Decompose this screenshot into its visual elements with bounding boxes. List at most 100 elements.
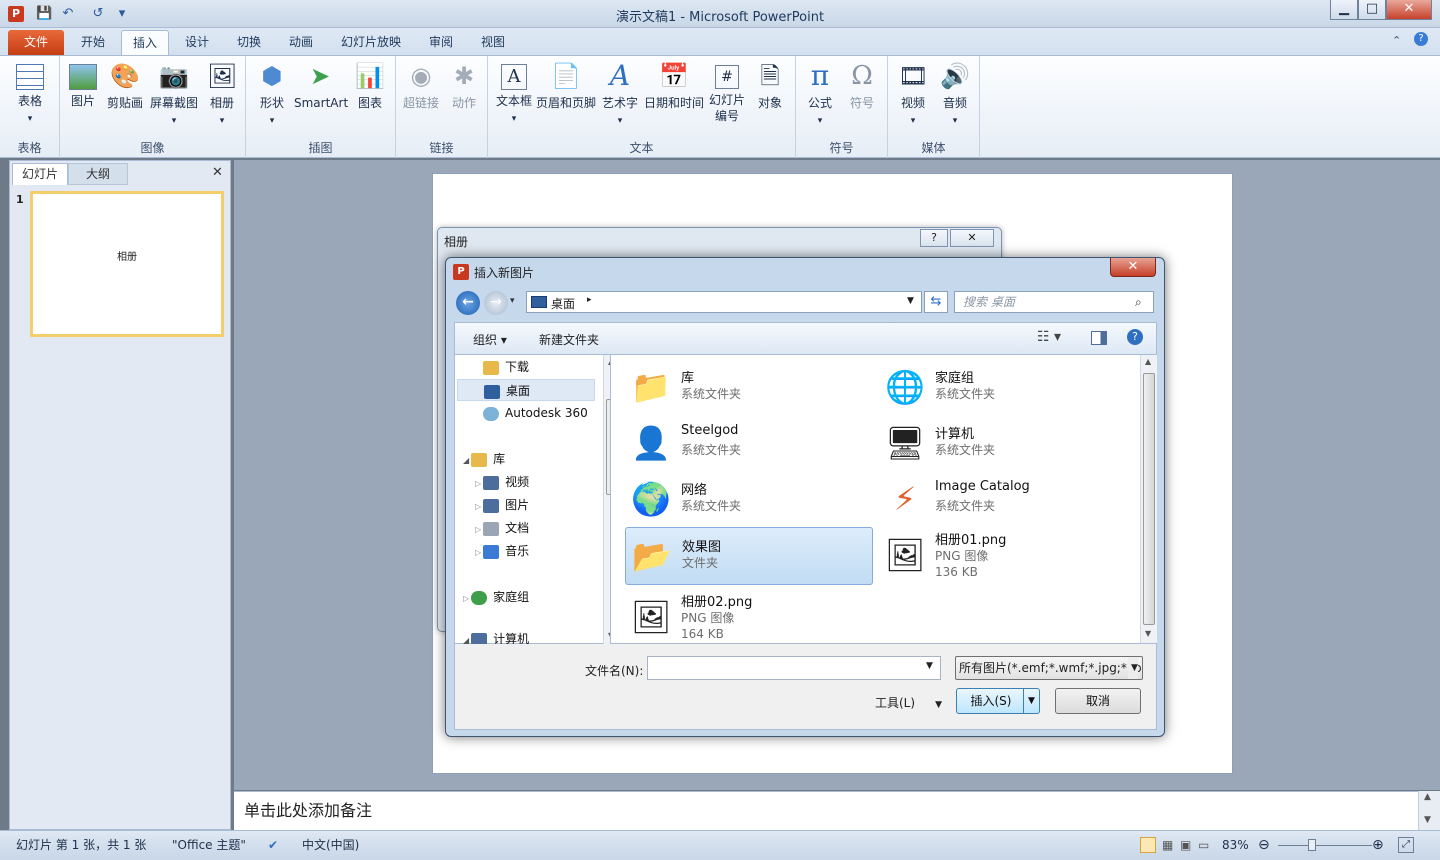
nav-pictures[interactable]: ▷ 图片 (475, 494, 529, 516)
slide-thumbnail[interactable]: 相册 (30, 191, 224, 337)
forward-button[interactable]: → (484, 291, 508, 315)
tab-review[interactable]: 审阅 (418, 30, 464, 55)
header-footer-button[interactable]: 📄 页眉和页脚 (536, 60, 596, 111)
symbol-button[interactable]: Ω 符号 (842, 60, 882, 111)
screenshot-button[interactable]: 📷 屏幕截图 ▾ (148, 60, 200, 129)
preview-pane-icon[interactable] (1091, 331, 1107, 345)
tab-design[interactable]: 设计 (174, 30, 220, 55)
tab-slideshow[interactable]: 幻灯片放映 (330, 30, 412, 55)
video-button[interactable]: 🎞 视频 ▾ (892, 60, 934, 129)
scroll-down-icon[interactable]: ▼ (1145, 629, 1151, 638)
nav-desktop[interactable]: 桌面 (457, 379, 595, 401)
spellcheck-icon[interactable]: ✔ (268, 831, 278, 859)
back-button[interactable]: ← (456, 291, 480, 315)
action-button[interactable]: ✱ 动作 (444, 60, 484, 111)
scroll-up-icon[interactable]: ▲ (1424, 792, 1431, 802)
tab-transitions[interactable]: 切换 (226, 30, 272, 55)
file-item[interactable]: 🌐 家庭组 系统文件夹 (879, 359, 1127, 415)
slideshow-view-icon[interactable]: ▭ (1198, 831, 1209, 859)
textbox-button[interactable]: A 文本框 ▾ (492, 60, 536, 127)
equation-button[interactable]: π 公式 ▾ (800, 60, 840, 129)
chart-button[interactable]: 📊 图表 (350, 60, 390, 111)
slide-number-button[interactable]: # 幻灯片 编号 (706, 60, 748, 124)
normal-view-icon[interactable] (1140, 837, 1156, 853)
tab-slides[interactable]: 幻灯片 (12, 163, 68, 185)
scroll-down-icon[interactable]: ▼ (1424, 815, 1431, 825)
recent-locations-icon[interactable]: ▾ (510, 296, 515, 306)
tab-animations[interactable]: 动画 (278, 30, 324, 55)
tab-file[interactable]: 文件 (8, 30, 64, 55)
file-scroll-thumb[interactable] (1143, 373, 1155, 625)
file-scrollbar[interactable]: ▲ ▼ (1140, 355, 1157, 643)
close-button[interactable]: ✕ (1386, 0, 1432, 20)
refresh-icon[interactable]: ⇆ (924, 291, 948, 313)
picture-button[interactable]: 图片 (64, 60, 102, 109)
tab-home[interactable]: 开始 (70, 30, 116, 55)
nav-videos[interactable]: ▷ 视频 (475, 471, 529, 493)
address-bar[interactable]: 桌面 ▸ ▼ (526, 291, 922, 313)
insert-button[interactable]: 插入(S) ▼ (956, 688, 1040, 714)
theme-status[interactable]: "Office 主题" (172, 831, 246, 859)
datetime-button[interactable]: 📅 日期和时间 (642, 60, 706, 111)
reading-view-icon[interactable]: ▣ (1180, 831, 1191, 859)
file-item[interactable]: 📁 库 系统文件夹 (625, 359, 873, 415)
nav-downloads[interactable]: 下载 (483, 356, 529, 378)
tools-button[interactable]: 工具(L) ▼ (875, 694, 942, 711)
nav-autodesk360[interactable]: Autodesk 360 (483, 402, 588, 424)
album-button[interactable]: 🖼 相册 ▾ (202, 60, 242, 129)
close-icon[interactable]: ✕ (212, 165, 223, 180)
hyperlink-button[interactable]: ◉ 超链接 (398, 60, 444, 111)
zoom-slider[interactable] (1278, 845, 1372, 846)
tab-insert[interactable]: 插入 (121, 30, 169, 55)
smartart-button[interactable]: ➤ SmartArt (294, 60, 348, 111)
notes-pane[interactable]: 单击此处添加备注 (234, 791, 1418, 830)
notes-scrollbar[interactable]: ▲ ▼ (1418, 791, 1440, 830)
tab-outline[interactable]: 大纲 (68, 163, 128, 185)
filter-dropdown-icon[interactable]: ▼ (1128, 657, 1138, 679)
nav-libraries[interactable]: ◢ 库 (463, 448, 505, 470)
file-type-filter[interactable]: 所有图片(*.emf;*.wmf;*.jpg;*.jp ▼ (955, 656, 1143, 680)
filename-input[interactable]: ▼ (647, 656, 941, 680)
maximize-button[interactable]: □ (1358, 0, 1386, 20)
scroll-up-icon[interactable]: ▲ (1145, 357, 1151, 366)
organize-button[interactable]: 组织 ▾ (473, 331, 507, 348)
language-status[interactable]: 中文(中国) (302, 831, 359, 859)
minimize-ribbon-icon[interactable]: ⌃ (1392, 34, 1401, 47)
clipart-button[interactable]: 🎨 剪贴画 (104, 60, 146, 111)
file-item[interactable]: 🖼 相册01.png PNG 图像 136 KB (879, 527, 1127, 587)
view-options-icon[interactable]: ☷ ▾ (1037, 329, 1061, 345)
file-item[interactable]: 🖼 相册02.png PNG 图像 164 KB (625, 589, 873, 645)
file-item[interactable]: ⚡ Image Catalog 系统文件夹 (879, 471, 1127, 527)
nav-music[interactable]: ▷ 音乐 (475, 540, 529, 562)
file-item[interactable]: 🌍 网络 系统文件夹 (625, 471, 873, 527)
dialog-close-button[interactable]: ✕ (1110, 258, 1156, 277)
wordart-button[interactable]: A 艺术字 ▾ (598, 60, 642, 129)
album-help-button[interactable]: ? (920, 229, 948, 247)
insert-dropdown-icon[interactable]: ▼ (1023, 689, 1039, 713)
cancel-button[interactable]: 取消 (1055, 688, 1141, 714)
nav-documents[interactable]: ▷ 文档 (475, 517, 529, 539)
tab-view[interactable]: 视图 (470, 30, 516, 55)
minimize-button[interactable]: ▁ (1330, 0, 1358, 20)
file-item-selected[interactable]: 📂 效果图 文件夹 (625, 527, 873, 585)
shapes-button[interactable]: ⬢ 形状 ▾ (250, 60, 294, 129)
file-item[interactable]: 🖥 计算机 系统文件夹 (879, 415, 1127, 471)
zoom-out-icon[interactable]: ⊖ (1258, 831, 1270, 859)
help-icon[interactable]: ? (1127, 329, 1143, 345)
table-button[interactable]: 表格 ▾ (4, 60, 56, 127)
nav-homegroup[interactable]: ▷ 家庭组 (463, 586, 529, 608)
filename-dropdown-icon[interactable]: ▼ (926, 661, 933, 671)
search-input[interactable]: 搜索 桌面 ⌕ (954, 291, 1154, 313)
breadcrumb-arrow-icon[interactable]: ▸ (587, 295, 592, 305)
fit-slide-icon[interactable]: ⤢ (1398, 837, 1414, 853)
slide-sorter-icon[interactable]: ▦ (1162, 831, 1173, 859)
nav-computer[interactable]: ◢ 计算机 (463, 628, 529, 644)
help-icon[interactable]: ? (1414, 32, 1428, 46)
object-button[interactable]: 🗎 对象 (750, 60, 790, 111)
address-path[interactable]: 桌面 (551, 295, 575, 312)
album-close-button[interactable]: ✕ (950, 229, 994, 247)
zoom-level[interactable]: 83% (1222, 831, 1249, 859)
zoom-in-icon[interactable]: ⊕ (1372, 831, 1384, 859)
address-dropdown-icon[interactable]: ▼ (907, 296, 914, 306)
zoom-slider-thumb[interactable] (1308, 839, 1316, 851)
